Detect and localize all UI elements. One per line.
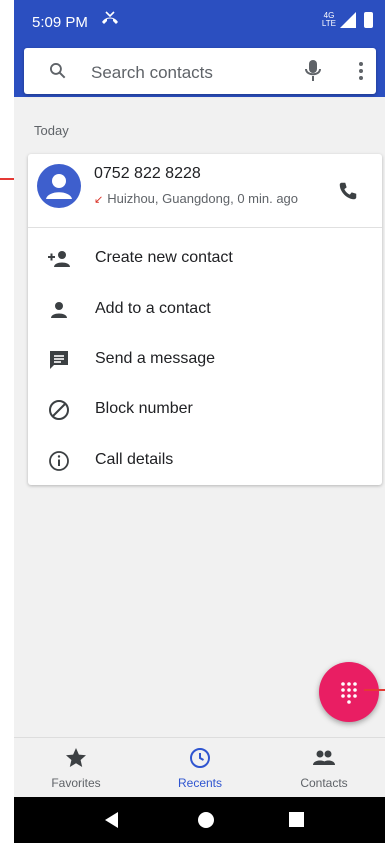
person-avatar-icon (46, 174, 72, 199)
status-bar: 5:09 PM 4G LTE (14, 0, 385, 46)
menu-item-call-details[interactable]: Call details (28, 436, 382, 486)
battery-icon (364, 12, 373, 28)
system-navigation-bar (14, 797, 385, 843)
phone-number: 0752 822 8228 (94, 165, 201, 182)
menu-label: Send a message (95, 350, 216, 367)
person-icon (51, 302, 67, 318)
message-icon (50, 351, 68, 369)
tab-label: Favorites (51, 776, 101, 790)
menu-label: Add to a contact (95, 300, 211, 317)
search-icon[interactable] (48, 61, 68, 81)
star-icon (66, 748, 86, 767)
menu-item-create-new-contact[interactable]: Create new contact (28, 234, 382, 284)
dialer-app: 5:09 PM 4G LTE Search contacts Today 0752… (14, 0, 385, 843)
more-options-icon[interactable] (351, 60, 371, 82)
back-button[interactable] (105, 812, 118, 828)
tab-label: Contacts (300, 776, 348, 790)
network-indicator: 4G LTE (321, 11, 336, 28)
annotation-line-right (364, 689, 385, 691)
search-bar[interactable]: Search contacts (24, 48, 376, 94)
bottom-navigation: Favorites Recents Contacts (14, 737, 385, 798)
divider (28, 227, 382, 228)
call-log-entry[interactable]: 0752 822 8228 ↙ Huizhou, Guangdong, 0 min… (28, 154, 382, 227)
menu-item-add-to-contact[interactable]: Add to a contact (28, 285, 382, 335)
tab-favorites[interactable]: Favorites (14, 738, 138, 798)
person-add-icon (48, 251, 70, 267)
call-detail: ↙ Huizhou, Guangdong, 0 min. ago (94, 191, 314, 208)
people-icon (313, 750, 335, 765)
avatar[interactable] (37, 164, 81, 208)
missed-call-icon: ↙ (94, 194, 104, 206)
phone-call-icon[interactable] (337, 180, 359, 202)
call-location-time: Huizhou, Guangdong, 0 min. ago (107, 191, 299, 206)
menu-label: Call details (95, 451, 174, 468)
info-icon (49, 451, 69, 471)
call-log-card: 0752 822 8228 ↙ Huizhou, Guangdong, 0 min… (28, 154, 382, 485)
menu-label: Create new contact (95, 249, 233, 266)
search-input[interactable]: Search contacts (91, 63, 213, 83)
status-time: 5:09 PM (32, 14, 88, 31)
menu-item-block-number[interactable]: Block number (28, 385, 382, 435)
signal-icon (340, 12, 356, 28)
microphone-icon[interactable] (305, 59, 321, 83)
tab-recents[interactable]: Recents (138, 738, 262, 798)
tab-label: Recents (177, 776, 223, 790)
missed-call-icon (100, 10, 120, 31)
section-header-today: Today (34, 123, 69, 138)
home-button[interactable] (198, 812, 214, 828)
status-icons: 4G LTE (322, 12, 373, 28)
dialpad-icon (341, 682, 357, 704)
block-icon (49, 400, 69, 420)
dialpad-button[interactable] (319, 662, 379, 722)
clock-icon (190, 748, 210, 768)
tab-contacts[interactable]: Contacts (262, 738, 385, 798)
overview-button[interactable] (289, 812, 304, 827)
menu-label: Block number (95, 400, 193, 417)
menu-item-send-message[interactable]: Send a message (28, 335, 382, 385)
